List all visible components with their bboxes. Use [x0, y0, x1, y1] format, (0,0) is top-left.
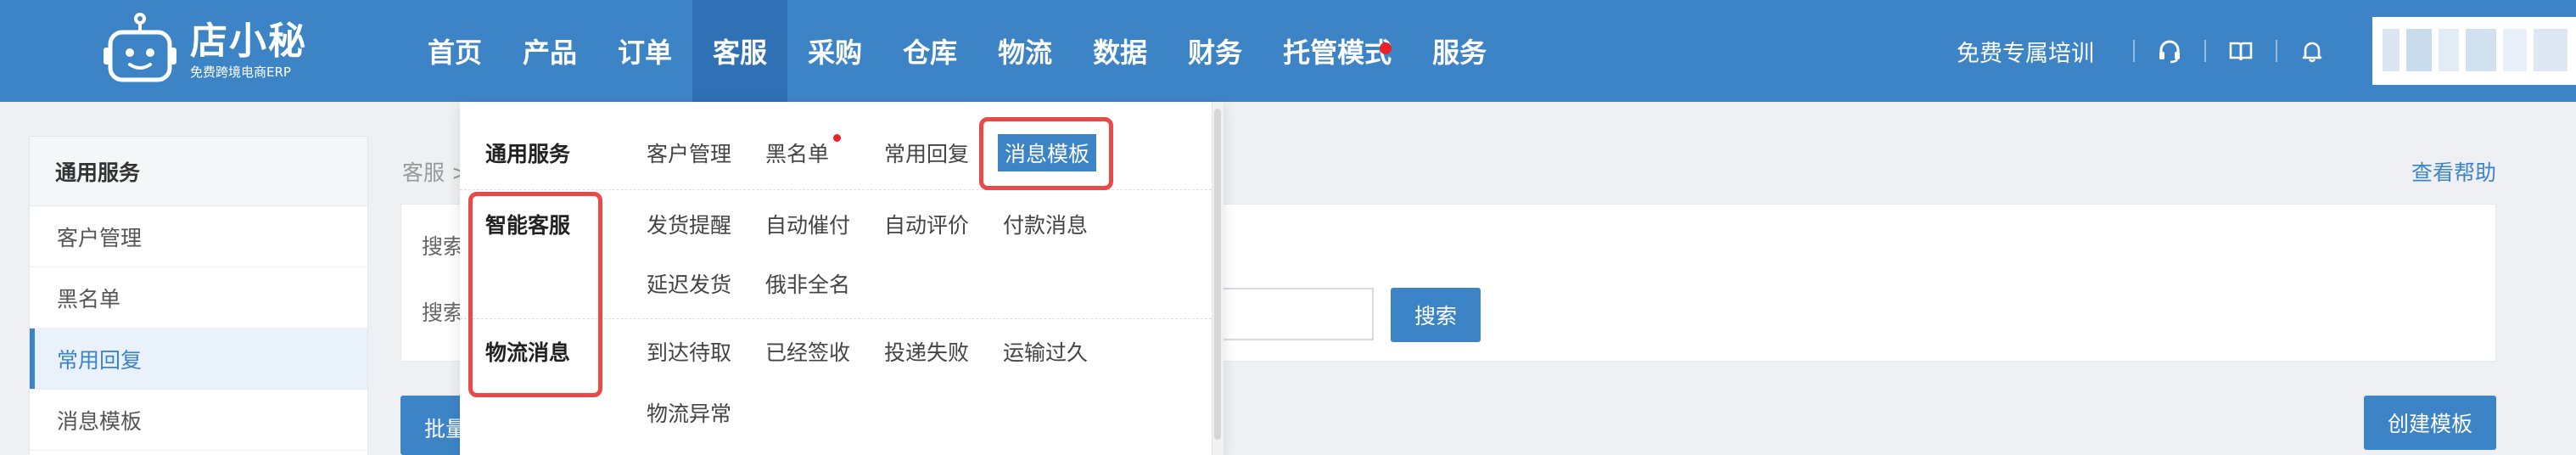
search-label: 搜索: [422, 234, 465, 259]
bell-icon[interactable]: [2286, 25, 2338, 77]
nav-label: 仓库: [903, 37, 958, 69]
sidebar-item-label: 黑名单: [57, 286, 121, 312]
highlight-box-categories: [468, 192, 602, 397]
menu-item-awaiting-pickup[interactable]: 到达待取: [647, 336, 731, 367]
sidebar-item-message-templates[interactable]: 消息模板: [30, 390, 367, 451]
nav-label: 数据: [1093, 37, 1148, 69]
nav-label: 订单: [618, 37, 673, 69]
sidebar-item-customer-management[interactable]: 客户管理: [30, 206, 367, 267]
nav-item-customer-service[interactable]: 客服: [692, 0, 788, 102]
menu-item-delivery-failed[interactable]: 投递失败: [884, 336, 969, 367]
menu-item-signed-for[interactable]: 已经签收: [765, 336, 850, 367]
book-icon[interactable]: [2215, 25, 2267, 77]
dropdown-scrollbar[interactable]: [1212, 102, 1224, 455]
user-avatar[interactable]: [2372, 17, 2576, 85]
nav-label: 产品: [523, 37, 578, 69]
nav-item-orders[interactable]: 订单: [597, 0, 692, 102]
divider: [2204, 40, 2206, 62]
menu-item-logistics-exception[interactable]: 物流异常: [647, 397, 731, 428]
top-nav-bar: 店小秘 免费跨境电商ERP 首页 产品 订单 客服 采购 仓库 物流 数据 财务…: [0, 0, 2576, 102]
nav-label: 财务: [1188, 37, 1243, 69]
main-nav: 首页 产品 订单 客服 采购 仓库 物流 数据 财务 托管模式 服务: [407, 0, 1507, 102]
search-input[interactable]: [1199, 288, 1374, 340]
nav-item-purchasing[interactable]: 采购: [787, 0, 882, 102]
nav-item-hosted-mode[interactable]: 托管模式: [1263, 0, 1412, 102]
search-label: 搜索: [422, 301, 465, 325]
sidebar-heading: 通用服务: [30, 137, 367, 206]
nav-item-finance[interactable]: 财务: [1168, 0, 1263, 102]
nav-label: 服务: [1432, 37, 1487, 69]
menu-item-blacklist[interactable]: 黑名单: [765, 138, 829, 168]
help-link[interactable]: 查看帮助: [2411, 156, 2496, 187]
sidebar-item-quick-replies[interactable]: 常用回复: [30, 329, 367, 390]
nav-label: 客服: [713, 37, 768, 69]
menu-item-transit-too-long[interactable]: 运输过久: [1003, 336, 1088, 367]
menu-item-russia-full-name[interactable]: 俄非全名: [765, 268, 850, 299]
menu-item-quick-replies[interactable]: 常用回复: [884, 138, 969, 168]
menu-item-shipping-reminder[interactable]: 发货提醒: [647, 209, 731, 239]
menu-item-auto-review[interactable]: 自动评价: [884, 209, 969, 239]
top-right-tools: 免费专属培训: [1957, 0, 2576, 102]
menu-item-payment-message[interactable]: 付款消息: [1003, 209, 1088, 239]
divider: [2276, 40, 2277, 62]
nav-label: 物流: [998, 37, 1053, 69]
sidebar-item-blacklist[interactable]: 黑名单: [30, 267, 367, 329]
logo[interactable]: 店小秘 免费跨境电商ERP: [102, 12, 307, 88]
nav-label: 托管模式: [1283, 37, 1392, 69]
dropdown-group-title: 通用服务: [485, 142, 571, 166]
logo-tagline: 免费跨境电商ERP: [190, 65, 291, 80]
nav-item-products[interactable]: 产品: [502, 0, 597, 102]
nav-label: 首页: [428, 37, 483, 69]
search-button[interactable]: 搜索: [1391, 288, 1481, 342]
nav-item-home[interactable]: 首页: [407, 0, 502, 102]
nav-item-logistics[interactable]: 物流: [977, 0, 1072, 102]
nav-item-warehouse[interactable]: 仓库: [882, 0, 977, 102]
menu-item-auto-payment-reminder[interactable]: 自动催付: [765, 209, 850, 239]
highlight-box-message-templates: [979, 117, 1113, 190]
notification-dot: [833, 134, 841, 142]
create-template-button[interactable]: 创建模板: [2364, 396, 2496, 450]
menu-item-customer-management[interactable]: 客户管理: [647, 138, 731, 168]
nav-label: 采购: [808, 37, 863, 69]
headset-icon[interactable]: [2143, 25, 2196, 77]
sidebar-item-label: 客户管理: [57, 225, 143, 250]
nav-item-services[interactable]: 服务: [1412, 0, 1507, 102]
sidebar-item-label: 消息模板: [57, 408, 143, 434]
sidebar: 通用服务 客户管理 黑名单 常用回复 消息模板: [29, 136, 368, 455]
free-training-link[interactable]: 免费专属培训: [1957, 35, 2094, 68]
nav-item-data[interactable]: 数据: [1072, 0, 1168, 102]
sidebar-item-label: 常用回复: [57, 347, 143, 373]
logo-name: 店小秘: [190, 20, 307, 63]
robot-logo-icon: [102, 12, 178, 88]
divider: [2133, 40, 2135, 62]
menu-item-delayed-shipping[interactable]: 延迟发货: [647, 268, 731, 299]
scrollbar-thumb[interactable]: [1214, 109, 1221, 440]
